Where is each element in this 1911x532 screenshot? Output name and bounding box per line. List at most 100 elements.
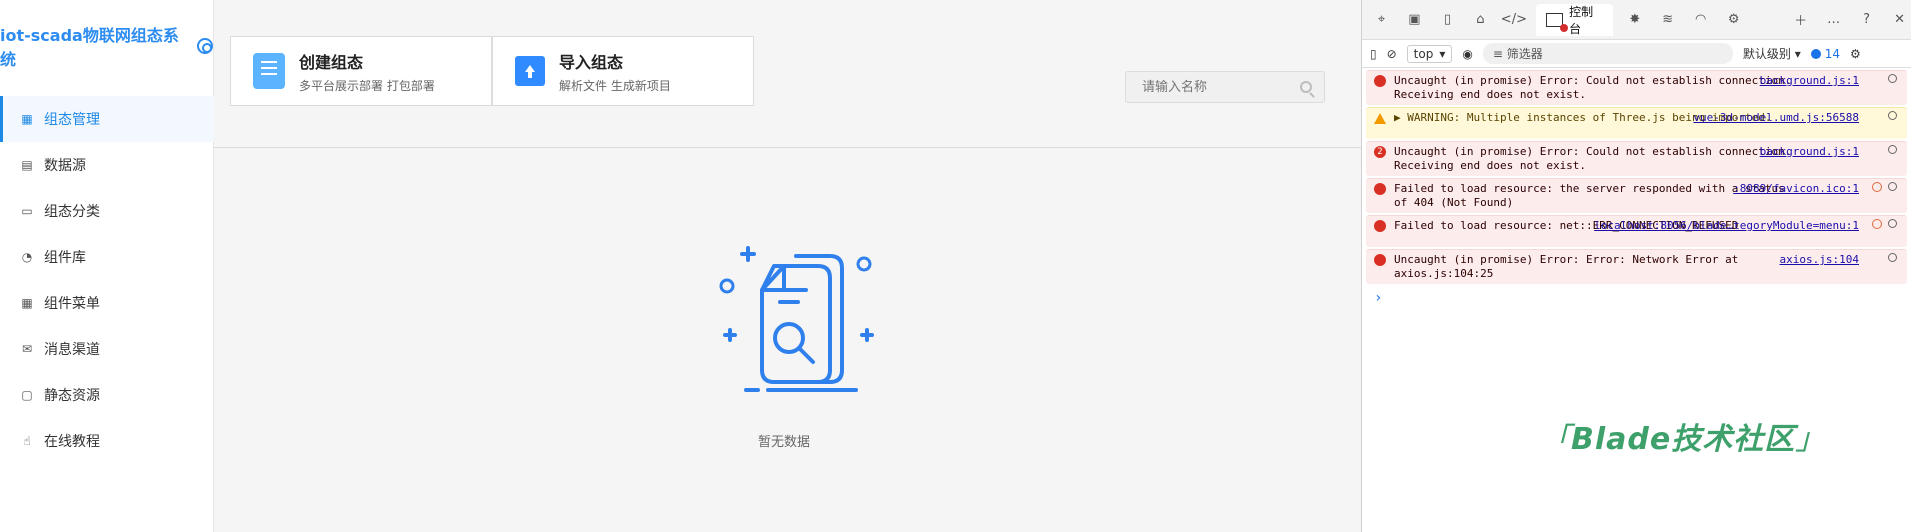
search-box[interactable] [1125,71,1325,103]
clear-console-icon[interactable]: ⊘ [1387,47,1397,61]
message-text: Uncaught (in promise) Error: Could not e… [1394,145,1792,172]
settings-icon[interactable]: ⚙ [1722,8,1745,32]
home-icon[interactable]: ⌂ [1469,8,1492,32]
database-icon: ▤ [21,158,33,172]
issues-badge[interactable]: 14 [1810,46,1841,61]
network-info-icon[interactable] [1872,182,1882,192]
sidebar-item-label: 消息渠道 [44,342,100,358]
sidebar: iot-scada物联网组态系统 ▦ 组态管理 ▤ 数据源 ▭ 组态分类 ◔ 组… [0,0,214,532]
search-icon[interactable] [1888,145,1897,154]
message-source-link[interactable]: background.js:1 [1760,74,1859,88]
console-subtoolbar: ▯ ⊘ top ▾ ◉ ≡ 筛选器 默认级别 ▾ 14 ⚙ [1362,40,1911,68]
error-icon [1374,220,1386,232]
dock-icon[interactable]: ▯ [1436,8,1459,32]
empty-state-text: 暂无数据 [758,435,811,450]
issues-count: 14 [1824,46,1841,61]
bug-icon[interactable]: ✸ [1623,8,1646,32]
filter-input[interactable]: ≡ 筛选器 [1482,43,1733,64]
grid-icon: ▦ [21,112,33,126]
component-icon: ◔ [21,250,33,264]
app-window: iot-scada物联网组态系统 ▦ 组态管理 ▤ 数据源 ▭ 组态分类 ◔ 组… [0,0,1361,532]
create-config-title: 创建组态 [299,52,364,72]
empty-files-illustration-icon [719,246,874,392]
error-icon [1374,254,1386,266]
search-icon[interactable] [1888,182,1897,191]
brand-title[interactable]: iot-scada物联网组态系统 [0,26,213,69]
inspect-icon[interactable]: ⌖ [1370,8,1393,32]
top-action-bar: 创建组态 多平台展示部署 打包部署 导入组态 解析文件 生成新项目 [214,0,1361,148]
create-config-text: 创建组态 多平台展示部署 打包部署 [299,49,435,94]
document-icon [253,53,285,89]
tab-console-label: 控制台 [1569,4,1594,36]
filter-icon: ≡ [1492,47,1503,61]
upload-icon [515,56,545,86]
message-source-link[interactable]: background.js:1 [1760,145,1859,159]
context-select-value: top [1413,46,1434,61]
sidebar-item-data-source[interactable]: ▤ 数据源 [0,142,214,188]
search-icon[interactable] [1300,81,1312,93]
search-icon[interactable] [1888,74,1897,83]
console-prompt-row[interactable]: › [1362,290,1911,314]
import-config-card[interactable]: 导入组态 解析文件 生成新项目 [492,36,754,106]
console-message[interactable]: ▶ WARNING: Multiple instances of Three.j… [1366,107,1907,139]
search-icon[interactable] [1888,253,1897,262]
network-info-icon[interactable] [1872,219,1882,229]
import-config-subtitle: 解析文件 生成新项目 [559,78,671,93]
sidebar-item-tutorial[interactable]: ☝ 在线教程 [0,418,214,464]
console-message[interactable]: Uncaught (in promise) Error: Could not e… [1366,70,1907,105]
message-source-link[interactable]: localhost:8056/blade…tegoryModule=menu:1 [1594,219,1859,233]
import-config-text: 导入组态 解析文件 生成新项目 [559,49,671,94]
search-input[interactable] [1140,78,1290,96]
sidebar-item-component-lib[interactable]: ◔ 组件库 [0,234,214,280]
console-icon [1545,12,1569,32]
import-config-title: 导入组态 [559,52,624,72]
help-icon[interactable]: ? [1855,8,1878,32]
sidebar-item-label: 静态资源 [44,388,100,404]
wifi-icon[interactable]: ≋ [1656,8,1679,32]
console-message[interactable]: 2 Uncaught (in promise) Error: Could not… [1366,141,1907,176]
mail-icon: ✉ [21,342,33,356]
sidebar-item-label: 组态管理 [44,112,100,128]
sidebar-item-config-manage[interactable]: ▦ 组态管理 [0,96,214,142]
archive-icon: ▢ [21,388,33,402]
message-source-link[interactable]: axios.js:104 [1780,253,1859,267]
sidebar-item-message-channel[interactable]: ✉ 消息渠道 [0,326,214,372]
sidebar-toggle-icon[interactable]: ▯ [1370,47,1377,61]
chevron-down-icon: ▾ [1439,46,1446,61]
sidebar-item-category[interactable]: ▭ 组态分类 [0,188,214,234]
add-tab-icon[interactable]: ＋ [1789,8,1812,32]
context-select[interactable]: top ▾ [1406,44,1453,63]
search-icon[interactable] [1888,111,1897,120]
search-icon[interactable] [1888,219,1897,228]
console-message[interactable]: Uncaught (in promise) Error: Error: Netw… [1366,249,1907,284]
message-text: Uncaught (in promise) Error: Error: Netw… [1394,253,1739,280]
chevron-down-icon: ▾ [1794,47,1801,61]
sidebar-item-static-resources[interactable]: ▢ 静态资源 [0,372,214,418]
sidebar-menu: ▦ 组态管理 ▤ 数据源 ▭ 组态分类 ◔ 组件库 ▦ 组件菜单 ✉ 消息渠道 [0,96,214,464]
tab-console[interactable]: 控制台 [1535,3,1614,36]
sidebar-item-label: 组件库 [44,250,86,266]
settings-icon[interactable]: ⚙ [1850,47,1861,61]
hand-icon: ☝ [23,434,31,448]
watermark-text: Blade技术社区 [1571,422,1796,457]
sidebar-item-label: 组件菜单 [44,296,100,312]
console-message[interactable]: Failed to load resource: the server resp… [1366,178,1907,213]
console-prompt: › [1374,290,1383,306]
level-select-value: 默认级别 [1742,47,1791,61]
message-text: Failed to load resource: the server resp… [1394,182,1785,209]
close-icon[interactable]: ✕ [1888,8,1911,32]
device-toggle-icon[interactable]: ▣ [1403,8,1426,32]
performance-icon[interactable]: ◠ [1689,8,1712,32]
eye-icon[interactable]: ◉ [1462,47,1472,61]
message-source-link[interactable]: vue-3d-model.umd.js:56588 [1693,111,1859,125]
elements-icon[interactable]: </> [1501,8,1527,32]
console-message[interactable]: Failed to load resource: net::ERR_CONNEC… [1366,215,1907,247]
main-content: 创建组态 多平台展示部署 打包部署 导入组态 解析文件 生成新项目 请输入名称 … [214,0,1361,532]
devtools-toolbar: ⌖ ▣ ▯ ⌂ </> 控制台 ✸ ≋ ◠ ⚙ ＋ … ? ✕ [1362,0,1911,40]
level-select[interactable]: 默认级别 ▾ [1743,45,1801,62]
sidebar-item-component-menu[interactable]: ▦ 组件菜单 [0,280,214,326]
create-config-card[interactable]: 创建组态 多平台展示部署 打包部署 [230,36,492,106]
more-options-icon[interactable]: … [1822,8,1845,32]
message-source-link[interactable]: :8089/favicon.ico:1 [1733,182,1859,196]
error-icon [1374,75,1386,87]
